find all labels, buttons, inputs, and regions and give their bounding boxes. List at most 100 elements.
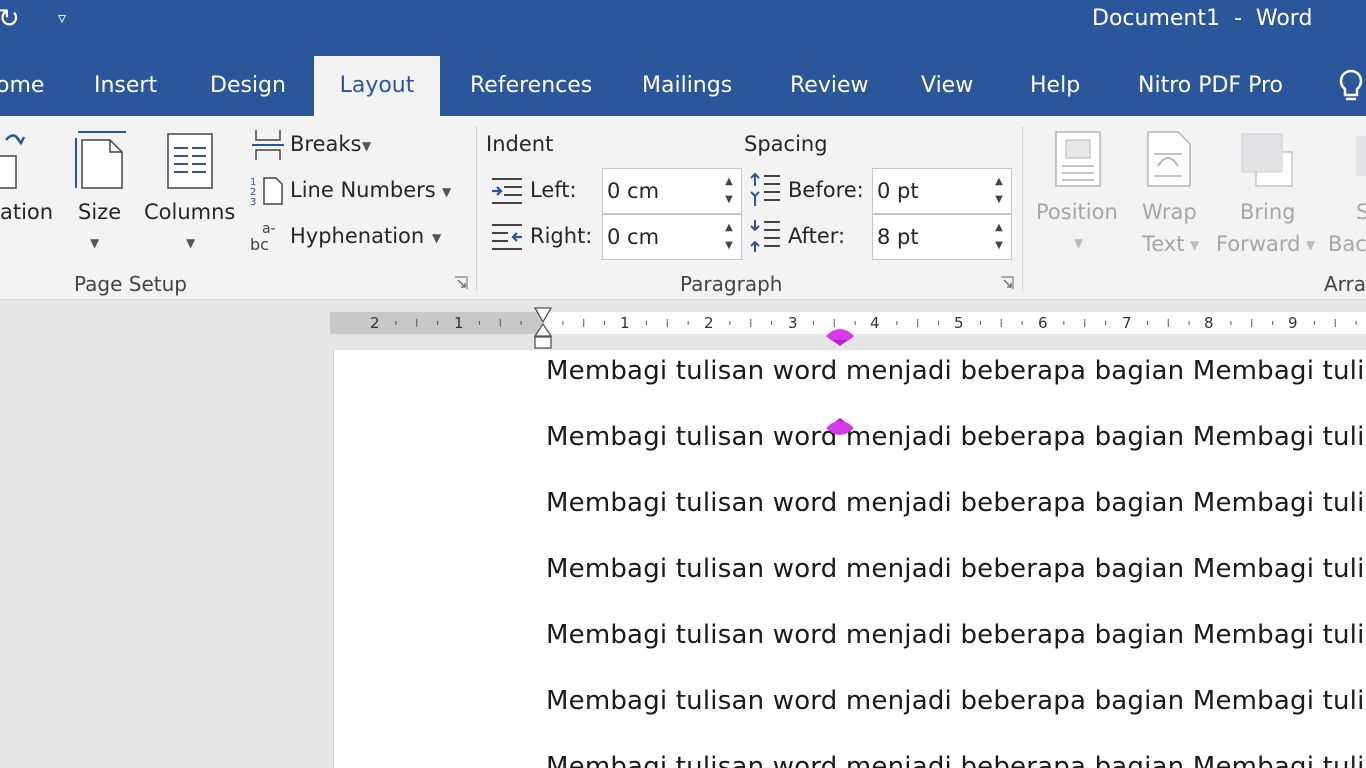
- send-backward-label-2: Bac: [1328, 232, 1366, 256]
- spacing-after-icon: [750, 220, 780, 252]
- position-icon: [1055, 131, 1101, 187]
- orientation-label: ation: [0, 200, 54, 224]
- paragraph[interactable]: Membagi tulisan word menjadi beberapa ba…: [546, 422, 1365, 452]
- chevron-down-icon: ▼: [1306, 238, 1316, 252]
- send-backward-button[interactable]: S Bac: [1326, 116, 1366, 266]
- ribbon-tabs: ome Insert Design Layout References Mail…: [0, 56, 1366, 116]
- ruler-number: 1: [620, 314, 630, 332]
- ruler-number: 8: [1204, 314, 1214, 332]
- tab-design[interactable]: Design: [210, 56, 286, 116]
- paragraph-group-label: Paragraph: [680, 272, 783, 296]
- customize-quick-access-icon[interactable]: ▿: [58, 8, 66, 27]
- orientation-button[interactable]: ation: [0, 116, 56, 266]
- indent-left-input[interactable]: [607, 177, 707, 205]
- columns-icon: [167, 133, 213, 189]
- chevron-down-icon: ▼: [362, 139, 372, 153]
- tab-insert[interactable]: Insert: [94, 56, 157, 116]
- paragraph[interactable]: Membagi tulisan word menjadi beberapa ba…: [546, 686, 1365, 716]
- wrap-text-button[interactable]: Wrap Text ▼: [1138, 116, 1210, 266]
- size-button[interactable]: Size ▼: [68, 116, 132, 266]
- page-setup-group-label: Page Setup: [74, 272, 187, 296]
- spacing-before-label: Before:: [788, 178, 864, 202]
- tab-nitro-pdf-pro[interactable]: Nitro PDF Pro: [1138, 56, 1283, 116]
- ruler-number: 6: [1038, 314, 1048, 332]
- svg-text:bc: bc: [250, 235, 269, 254]
- bring-forward-button[interactable]: Bring Forward ▼: [1214, 116, 1324, 266]
- wrap-text-label-1: Wrap: [1142, 200, 1197, 224]
- indent-right-input[interactable]: [607, 223, 707, 251]
- spacing-after-input[interactable]: [877, 223, 977, 251]
- position-button[interactable]: Position ▼: [1030, 116, 1130, 266]
- tab-mailings[interactable]: Mailings: [642, 56, 732, 116]
- indent-right-icon: [492, 224, 522, 250]
- indent-marker-icon[interactable]: [533, 306, 553, 350]
- paragraph-dialog-launcher-icon[interactable]: [1000, 276, 1014, 290]
- orientation-icon: [0, 134, 26, 189]
- ruler-number: 1: [454, 314, 464, 332]
- hyphenation-icon: a- bc: [250, 221, 276, 254]
- tab-layout[interactable]: Layout: [314, 56, 440, 116]
- spin-arrows-icon[interactable]: ▲ ▼: [991, 219, 1007, 257]
- line-numbers-icon: 1 2 3: [250, 177, 283, 208]
- indent-left-label: Left:: [530, 178, 577, 202]
- arrange-group-label: Arra: [1324, 272, 1366, 296]
- svg-text:3: 3: [250, 197, 256, 208]
- spin-arrows-icon[interactable]: ▲ ▼: [721, 173, 737, 211]
- spacing-after-label: After:: [788, 224, 846, 248]
- ribbon-layout: ation Size ▼ Columns ▼ Breaks ▼ 1 2 3 Li…: [0, 116, 1366, 300]
- chevron-down-icon: ▼: [442, 185, 452, 199]
- undo-icon[interactable]: ↻: [0, 4, 20, 34]
- chevron-down-icon: ▼: [186, 236, 196, 250]
- document-page[interactable]: Membagi tulisan word menjadi beberapa ba…: [333, 350, 1366, 768]
- tab-home[interactable]: ome: [0, 56, 48, 116]
- cursor-marker-icon: [826, 418, 854, 435]
- tab-review[interactable]: Review: [790, 56, 869, 116]
- send-backward-label-1: S: [1356, 200, 1366, 224]
- chevron-down-icon: ▼: [1190, 238, 1200, 252]
- title-bar: ↻ ▿ Document1 - Word: [0, 0, 1366, 56]
- breaks-label: Breaks: [290, 132, 362, 156]
- ruler-number: 3: [788, 314, 798, 332]
- ruler-number: 9: [1288, 314, 1298, 332]
- paragraph[interactable]: Membagi tulisan word menjadi beberapa ba…: [546, 488, 1365, 518]
- spacing-before-icon: [750, 172, 780, 206]
- spacing-before-field[interactable]: ▲▼: [872, 168, 1012, 214]
- size-icon: [75, 131, 126, 189]
- columns-label: Columns: [144, 200, 236, 224]
- line-numbers-button[interactable]: 1 2 3 Line Numbers ▼: [250, 172, 460, 212]
- columns-button[interactable]: Columns ▼: [142, 116, 242, 266]
- spin-arrows-icon[interactable]: ▲ ▼: [991, 173, 1007, 211]
- spacing-after-field[interactable]: ▲▼: [872, 214, 1012, 260]
- spin-arrows-icon[interactable]: ▲ ▼: [721, 219, 737, 257]
- group-divider: [1022, 126, 1023, 291]
- indent-left-icon: [492, 178, 522, 204]
- size-label: Size: [78, 200, 122, 224]
- breaks-icon: [252, 130, 284, 160]
- page-setup-dialog-launcher-icon[interactable]: [454, 276, 468, 290]
- line-numbers-label: Line Numbers: [290, 178, 436, 202]
- position-label: Position: [1036, 200, 1118, 224]
- spacing-heading: Spacing: [744, 132, 828, 156]
- lightbulb-icon[interactable]: [1336, 68, 1366, 104]
- paragraph[interactable]: Membagi tulisan word menjadi beberapa ba…: [546, 356, 1365, 386]
- paragraph[interactable]: Membagi tulisan word menjadi beberapa ba…: [546, 554, 1365, 584]
- bring-forward-icon: [1241, 133, 1293, 187]
- indent-right-label: Right:: [530, 224, 593, 248]
- wrap-text-icon: [1147, 131, 1191, 187]
- breaks-button[interactable]: Breaks ▼: [250, 126, 380, 166]
- chevron-down-icon: ▼: [432, 231, 442, 245]
- indent-left-field[interactable]: ▲▼: [602, 168, 742, 214]
- ruler-number: 7: [1122, 314, 1132, 332]
- tab-help[interactable]: Help: [1030, 56, 1080, 116]
- tab-references[interactable]: References: [470, 56, 592, 116]
- send-backward-icon: [1356, 136, 1366, 176]
- tab-view[interactable]: View: [921, 56, 973, 116]
- paragraph[interactable]: Membagi tulisan word menjadi beberapa ba…: [546, 752, 1365, 768]
- cursor-marker-icon: [826, 329, 854, 346]
- bring-forward-label-2: Forward: [1216, 232, 1301, 256]
- window-title: Document1 - Word: [1092, 6, 1313, 31]
- spacing-before-input[interactable]: [877, 177, 977, 205]
- indent-right-field[interactable]: ▲▼: [602, 214, 742, 260]
- hyphenation-button[interactable]: a- bc Hyphenation ▼: [250, 218, 450, 258]
- paragraph[interactable]: Membagi tulisan word menjadi beberapa ba…: [546, 620, 1365, 650]
